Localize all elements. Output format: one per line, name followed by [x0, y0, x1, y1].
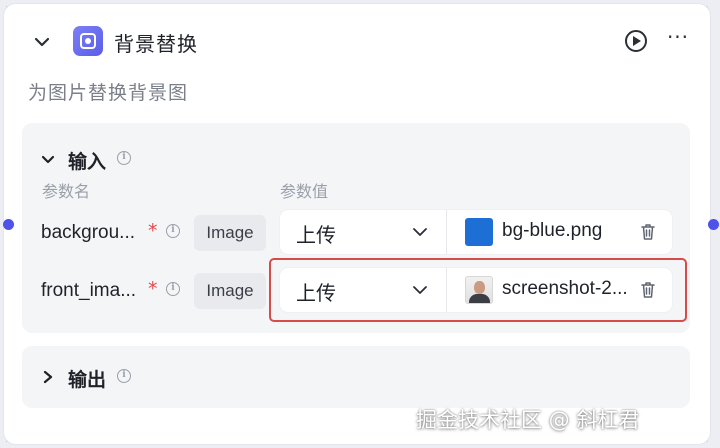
- chevron-right-icon[interactable]: [40, 369, 56, 385]
- play-circle-icon[interactable]: [625, 30, 647, 52]
- input-port[interactable]: [3, 219, 14, 230]
- param-name-background: backgrou...: [41, 222, 135, 243]
- param-name-front-image: front_ima...: [41, 280, 137, 301]
- column-header-name: 参数名: [42, 182, 91, 201]
- node-title: 背景替换: [114, 32, 198, 56]
- info-icon[interactable]: i: [166, 224, 180, 238]
- chevron-down-icon[interactable]: [32, 32, 52, 52]
- column-header-value: 参数值: [280, 182, 329, 201]
- chevron-down-icon[interactable]: [412, 224, 428, 240]
- node-description: 为图片替换背景图: [28, 82, 189, 104]
- more-horizontal-icon[interactable]: ···: [664, 26, 692, 54]
- param-value-background: 上传 bg-blue.png: [280, 210, 672, 254]
- divider: [446, 210, 447, 254]
- watermark: 掘金技术社区 @ 斜杠君: [416, 408, 640, 432]
- chevron-down-icon[interactable]: [40, 152, 56, 168]
- type-tag: Image: [194, 273, 266, 309]
- output-section-title: 输出: [68, 369, 107, 391]
- file-name: bg-blue.png: [502, 220, 603, 241]
- info-icon[interactable]: i: [117, 369, 131, 383]
- node-header: 背景替换 ···: [4, 22, 710, 62]
- info-icon[interactable]: i: [166, 282, 180, 296]
- type-tag: Image: [194, 215, 266, 251]
- output-section: 输出 i: [22, 346, 690, 408]
- highlight-box: [269, 258, 687, 322]
- input-section-title: 输入: [68, 151, 107, 173]
- source-select[interactable]: 上传: [296, 219, 336, 248]
- image-replace-icon: [73, 26, 103, 56]
- required-asterisk: *: [148, 278, 158, 300]
- output-port[interactable]: [708, 219, 719, 230]
- required-asterisk: *: [148, 220, 158, 242]
- info-icon[interactable]: i: [117, 151, 131, 165]
- trash-icon[interactable]: [640, 223, 656, 241]
- image-thumbnail: [465, 218, 493, 246]
